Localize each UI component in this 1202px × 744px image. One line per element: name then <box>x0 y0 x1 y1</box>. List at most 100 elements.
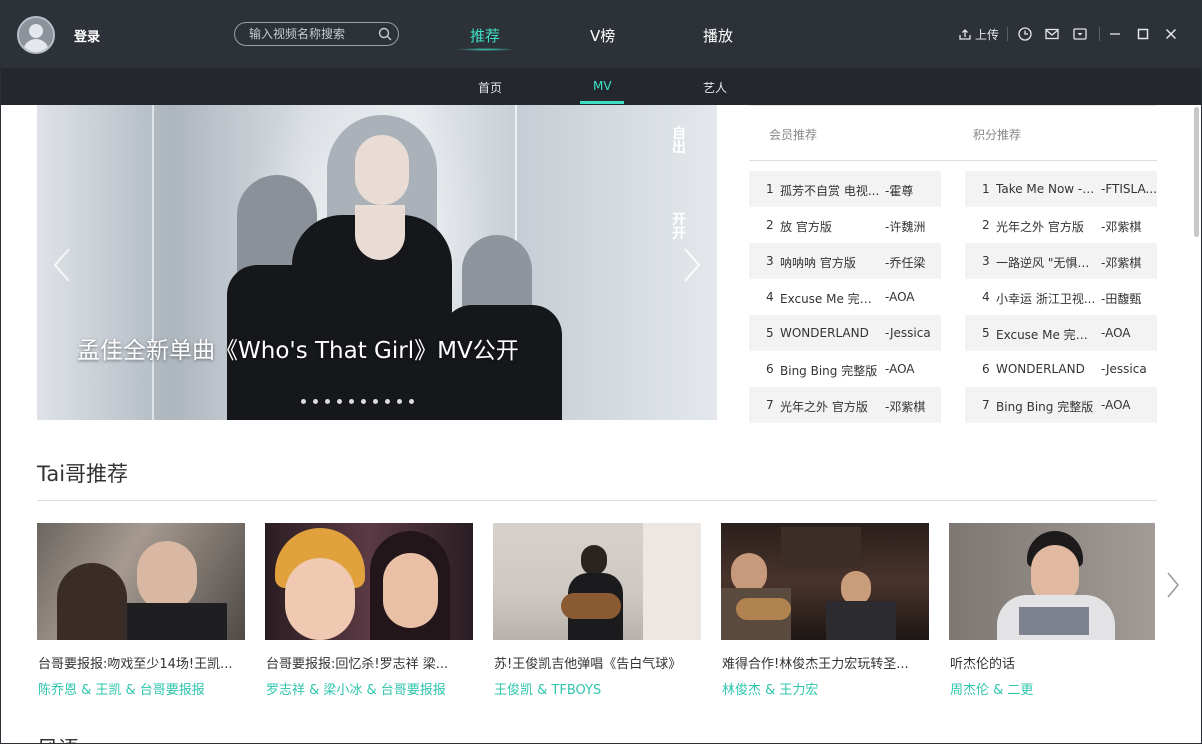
video-card[interactable]: 难得合作!林俊杰王力宏玩转圣... 林俊杰 & 王力宏 <box>721 523 929 698</box>
ranking-artist[interactable]: -FTISLA... <box>1101 182 1157 196</box>
chevron-right-icon[interactable] <box>1165 570 1181 600</box>
video-thumbnail[interactable] <box>493 523 701 640</box>
video-artists[interactable]: 王俊凯 & TFBOYS <box>494 679 704 698</box>
ranking-title[interactable]: Take Me Now - ... <box>996 182 1096 196</box>
banner-carousel[interactable]: 自出 开开 孟佳全新单曲《Who's That Girl》MV公开 <box>37 105 717 420</box>
chevron-left-icon[interactable] <box>51 245 73 285</box>
ranking-title[interactable]: 呐呐呐 官方版 <box>780 254 880 271</box>
avatar[interactable] <box>17 16 55 54</box>
scrollbar-thumb[interactable] <box>1194 107 1199 237</box>
ranking-title[interactable]: 光年之外 官方版 <box>780 398 880 415</box>
ranking-artist[interactable]: -AOA <box>1101 326 1157 340</box>
ranking-item[interactable]: 7 光年之外 官方版 -邓紫棋 <box>749 387 941 423</box>
carousel-dot[interactable] <box>397 399 402 404</box>
ranking-artist[interactable]: -乔任梁 <box>885 254 941 271</box>
carousel-dot[interactable] <box>385 399 390 404</box>
ranking-number: 7 <box>766 398 774 412</box>
ranking-item[interactable]: 3 呐呐呐 官方版 -乔任梁 <box>749 243 941 279</box>
subnav-tab-mv[interactable]: MV <box>593 79 612 93</box>
video-thumbnail[interactable] <box>37 523 245 640</box>
carousel-dot[interactable] <box>373 399 378 404</box>
carousel-dot[interactable] <box>349 399 354 404</box>
login-link[interactable]: 登录 <box>74 26 100 45</box>
ranking-item[interactable]: 6 Bing Bing 完整版 -AOA <box>749 351 941 387</box>
banner-caption[interactable]: 孟佳全新单曲《Who's That Girl》MV公开 <box>77 331 519 365</box>
video-card[interactable]: 听杰伦的话 周杰伦 & 二更 <box>949 523 1157 698</box>
ranking-item[interactable]: 3 一路逆风 "无惧风... -邓紫棋 <box>965 243 1157 279</box>
ranking-title[interactable]: 放 官方版 <box>780 218 880 235</box>
ranking-title[interactable]: Excuse Me 完整版 <box>780 290 880 307</box>
search-icon[interactable] <box>378 27 392 41</box>
video-title[interactable]: 台哥要报报:吻戏至少14场!王凯... <box>38 653 248 672</box>
video-artists[interactable]: 罗志祥 & 梁小冰 & 台哥要报报 <box>266 679 476 698</box>
video-title[interactable]: 苏!王俊凯吉他弹唱《告白气球》 <box>494 653 704 672</box>
ranking-title[interactable]: 光年之外 官方版 <box>996 218 1096 235</box>
ranking-artist[interactable]: -Jessica <box>885 326 941 340</box>
ranking-item[interactable]: 6 WONDERLAND -Jessica <box>965 351 1157 387</box>
ranking-title[interactable]: Bing Bing 完整版 <box>780 362 880 379</box>
nav-tab-play[interactable]: 播放 <box>703 25 733 46</box>
carousel-dot[interactable] <box>337 399 342 404</box>
ranking-number: 4 <box>766 290 774 304</box>
mail-icon[interactable] <box>1044 26 1060 42</box>
video-thumbnail[interactable] <box>721 523 929 640</box>
scrollbar[interactable] <box>1191 105 1201 743</box>
ranking-title[interactable]: 一路逆风 "无惧风... <box>996 254 1096 271</box>
carousel-dot[interactable] <box>301 399 306 404</box>
video-artists[interactable]: 陈乔恩 & 王凯 & 台哥要报报 <box>38 679 248 698</box>
ranking-title[interactable]: WONDERLAND <box>996 362 1096 376</box>
carousel-dot[interactable] <box>361 399 366 404</box>
maximize-icon[interactable] <box>1135 26 1151 42</box>
ranking-artist[interactable]: -AOA <box>1101 398 1157 412</box>
ranking-title[interactable]: Excuse Me 完整版 <box>996 326 1096 343</box>
nav-tab-vchart[interactable]: V榜 <box>590 25 615 46</box>
tab-points-recommend[interactable]: 积分推荐 <box>973 126 1021 143</box>
carousel-dot[interactable] <box>313 399 318 404</box>
upload-button[interactable]: 上传 <box>958 25 999 43</box>
ranking-item[interactable]: 1 Take Me Now - ... -FTISLA... <box>965 171 1157 207</box>
carousel-dot[interactable] <box>409 399 414 404</box>
minimize-icon[interactable] <box>1107 26 1123 42</box>
ranking-item[interactable]: 5 Excuse Me 完整版 -AOA <box>965 315 1157 351</box>
ranking-artist[interactable]: -邓紫棋 <box>885 398 941 415</box>
close-icon[interactable] <box>1163 26 1179 42</box>
ranking-artist[interactable]: -AOA <box>885 290 941 304</box>
video-card[interactable]: 台哥要报报:回忆杀!罗志祥 梁... 罗志祥 & 梁小冰 & 台哥要报报 <box>265 523 473 698</box>
video-artists[interactable]: 周杰伦 & 二更 <box>950 679 1160 698</box>
ranking-item[interactable]: 1 孤芳不自赏 电视... -霍尊 <box>749 171 941 207</box>
chevron-right-icon[interactable] <box>681 245 703 285</box>
ranking-artist[interactable]: -田馥甄 <box>1101 290 1157 307</box>
tab-member-recommend[interactable]: 会员推荐 <box>769 126 817 143</box>
ranking-artist[interactable]: -邓紫棋 <box>1101 218 1157 235</box>
ranking-item[interactable]: 4 小幸运 浙江卫视... -田馥甄 <box>965 279 1157 315</box>
ranking-artist[interactable]: -霍尊 <box>885 182 941 199</box>
video-title[interactable]: 台哥要报报:回忆杀!罗志祥 梁... <box>266 653 476 672</box>
ranking-item[interactable]: 4 Excuse Me 完整版 -AOA <box>749 279 941 315</box>
subnav-tab-home[interactable]: 首页 <box>478 79 502 96</box>
nav-tab-recommend[interactable]: 推荐 <box>470 25 500 46</box>
ranking-title[interactable]: 小幸运 浙江卫视... <box>996 290 1096 307</box>
subnav-tab-artists[interactable]: 艺人 <box>703 79 727 96</box>
ranking-title[interactable]: Bing Bing 完整版 <box>996 398 1096 415</box>
ranking-title[interactable]: 孤芳不自赏 电视... <box>780 182 880 199</box>
ranking-item[interactable]: 2 光年之外 官方版 -邓紫棋 <box>965 207 1157 243</box>
dropdown-menu-icon[interactable] <box>1072 26 1088 42</box>
history-icon[interactable] <box>1017 26 1033 42</box>
ranking-artist[interactable]: -许魏洲 <box>885 218 941 235</box>
ranking-artist[interactable]: -邓紫棋 <box>1101 254 1157 271</box>
video-thumbnail[interactable] <box>949 523 1155 640</box>
ranking-artist[interactable]: -AOA <box>885 362 941 376</box>
video-artists[interactable]: 林俊杰 & 王力宏 <box>722 679 932 698</box>
ranking-artist[interactable]: -Jessica <box>1101 362 1157 376</box>
ranking-title[interactable]: WONDERLAND <box>780 326 880 340</box>
search-input[interactable] <box>249 26 374 42</box>
video-title[interactable]: 难得合作!林俊杰王力宏玩转圣... <box>722 653 932 672</box>
ranking-item[interactable]: 5 WONDERLAND -Jessica <box>749 315 941 351</box>
video-card[interactable]: 台哥要报报:吻戏至少14场!王凯... 陈乔恩 & 王凯 & 台哥要报报 <box>37 523 245 698</box>
video-card[interactable]: 苏!王俊凯吉他弹唱《告白气球》 王俊凯 & TFBOYS <box>493 523 701 698</box>
ranking-item[interactable]: 7 Bing Bing 完整版 -AOA <box>965 387 1157 423</box>
ranking-item[interactable]: 2 放 官方版 -许魏洲 <box>749 207 941 243</box>
video-title[interactable]: 听杰伦的话 <box>950 653 1160 672</box>
video-thumbnail[interactable] <box>265 523 473 640</box>
carousel-dot[interactable] <box>325 399 330 404</box>
